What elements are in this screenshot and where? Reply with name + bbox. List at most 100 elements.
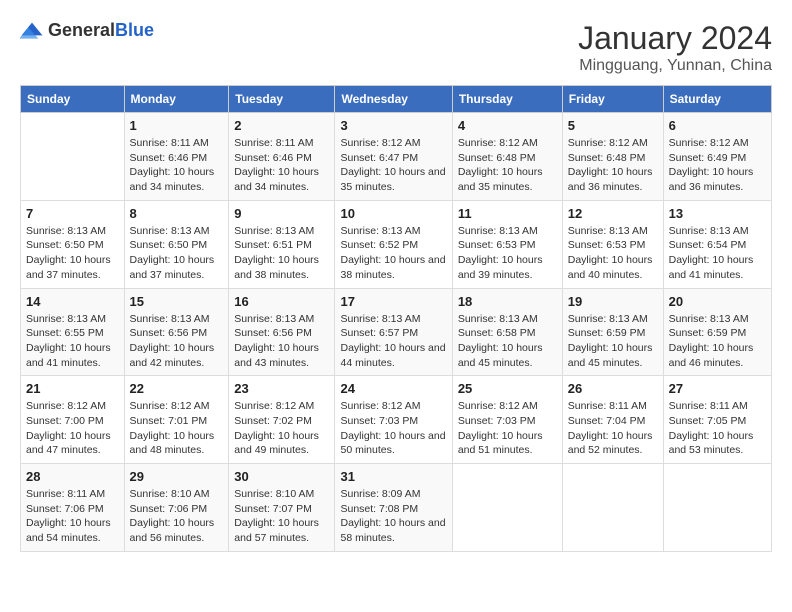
day-number: 10: [340, 206, 446, 221]
calendar-week-row: 1 Sunrise: 8:11 AMSunset: 6:46 PMDayligh…: [21, 113, 772, 201]
day-info: Sunrise: 8:12 AMSunset: 7:01 PMDaylight:…: [130, 399, 224, 458]
day-info: Sunrise: 8:12 AMSunset: 6:49 PMDaylight:…: [669, 136, 766, 195]
day-info: Sunrise: 8:12 AMSunset: 6:48 PMDaylight:…: [458, 136, 557, 195]
day-number: 16: [234, 294, 329, 309]
table-row: 10 Sunrise: 8:13 AMSunset: 6:52 PMDaylig…: [335, 200, 452, 288]
table-row: 6 Sunrise: 8:12 AMSunset: 6:49 PMDayligh…: [663, 113, 771, 201]
day-info: Sunrise: 8:13 AMSunset: 6:59 PMDaylight:…: [669, 312, 766, 371]
day-info: Sunrise: 8:12 AMSunset: 7:02 PMDaylight:…: [234, 399, 329, 458]
day-number: 1: [130, 118, 224, 133]
table-row: 31 Sunrise: 8:09 AMSunset: 7:08 PMDaylig…: [335, 464, 452, 552]
table-row: 27 Sunrise: 8:11 AMSunset: 7:05 PMDaylig…: [663, 376, 771, 464]
table-row: [452, 464, 562, 552]
subtitle: Mingguang, Yunnan, China: [578, 57, 772, 75]
day-info: Sunrise: 8:13 AMSunset: 6:59 PMDaylight:…: [568, 312, 658, 371]
col-friday: Friday: [562, 86, 663, 113]
day-number: 18: [458, 294, 557, 309]
day-info: Sunrise: 8:13 AMSunset: 6:58 PMDaylight:…: [458, 312, 557, 371]
table-row: 8 Sunrise: 8:13 AMSunset: 6:50 PMDayligh…: [124, 200, 229, 288]
calendar-week-row: 21 Sunrise: 8:12 AMSunset: 7:00 PMDaylig…: [21, 376, 772, 464]
main-title: January 2024: [578, 20, 772, 57]
table-row: 4 Sunrise: 8:12 AMSunset: 6:48 PMDayligh…: [452, 113, 562, 201]
day-number: 23: [234, 381, 329, 396]
day-number: 8: [130, 206, 224, 221]
day-info: Sunrise: 8:13 AMSunset: 6:56 PMDaylight:…: [234, 312, 329, 371]
calendar-week-row: 7 Sunrise: 8:13 AMSunset: 6:50 PMDayligh…: [21, 200, 772, 288]
table-row: [562, 464, 663, 552]
table-row: 25 Sunrise: 8:12 AMSunset: 7:03 PMDaylig…: [452, 376, 562, 464]
table-row: 29 Sunrise: 8:10 AMSunset: 7:06 PMDaylig…: [124, 464, 229, 552]
day-number: 26: [568, 381, 658, 396]
day-number: 4: [458, 118, 557, 133]
day-number: 24: [340, 381, 446, 396]
table-row: 1 Sunrise: 8:11 AMSunset: 6:46 PMDayligh…: [124, 113, 229, 201]
day-info: Sunrise: 8:12 AMSunset: 6:47 PMDaylight:…: [340, 136, 446, 195]
table-row: 9 Sunrise: 8:13 AMSunset: 6:51 PMDayligh…: [229, 200, 335, 288]
title-block: January 2024 Mingguang, Yunnan, China: [578, 20, 772, 75]
day-number: 28: [26, 469, 119, 484]
table-row: [21, 113, 125, 201]
day-info: Sunrise: 8:12 AMSunset: 7:03 PMDaylight:…: [340, 399, 446, 458]
day-info: Sunrise: 8:13 AMSunset: 6:53 PMDaylight:…: [568, 224, 658, 283]
day-info: Sunrise: 8:13 AMSunset: 6:50 PMDaylight:…: [26, 224, 119, 283]
day-number: 20: [669, 294, 766, 309]
day-info: Sunrise: 8:11 AMSunset: 6:46 PMDaylight:…: [234, 136, 329, 195]
day-info: Sunrise: 8:09 AMSunset: 7:08 PMDaylight:…: [340, 487, 446, 546]
logo-general: GeneralBlue: [48, 20, 154, 41]
day-info: Sunrise: 8:11 AMSunset: 7:04 PMDaylight:…: [568, 399, 658, 458]
day-info: Sunrise: 8:13 AMSunset: 6:50 PMDaylight:…: [130, 224, 224, 283]
table-row: 30 Sunrise: 8:10 AMSunset: 7:07 PMDaylig…: [229, 464, 335, 552]
table-row: 3 Sunrise: 8:12 AMSunset: 6:47 PMDayligh…: [335, 113, 452, 201]
day-number: 9: [234, 206, 329, 221]
table-row: 17 Sunrise: 8:13 AMSunset: 6:57 PMDaylig…: [335, 288, 452, 376]
day-number: 13: [669, 206, 766, 221]
day-info: Sunrise: 8:10 AMSunset: 7:06 PMDaylight:…: [130, 487, 224, 546]
day-number: 25: [458, 381, 557, 396]
table-row: 15 Sunrise: 8:13 AMSunset: 6:56 PMDaylig…: [124, 288, 229, 376]
col-wednesday: Wednesday: [335, 86, 452, 113]
day-number: 2: [234, 118, 329, 133]
col-tuesday: Tuesday: [229, 86, 335, 113]
calendar-week-row: 14 Sunrise: 8:13 AMSunset: 6:55 PMDaylig…: [21, 288, 772, 376]
day-info: Sunrise: 8:13 AMSunset: 6:57 PMDaylight:…: [340, 312, 446, 371]
table-row: 22 Sunrise: 8:12 AMSunset: 7:01 PMDaylig…: [124, 376, 229, 464]
table-row: 11 Sunrise: 8:13 AMSunset: 6:53 PMDaylig…: [452, 200, 562, 288]
day-number: 14: [26, 294, 119, 309]
day-info: Sunrise: 8:11 AMSunset: 6:46 PMDaylight:…: [130, 136, 224, 195]
day-info: Sunrise: 8:12 AMSunset: 7:00 PMDaylight:…: [26, 399, 119, 458]
day-number: 6: [669, 118, 766, 133]
calendar-week-row: 28 Sunrise: 8:11 AMSunset: 7:06 PMDaylig…: [21, 464, 772, 552]
day-number: 7: [26, 206, 119, 221]
day-info: Sunrise: 8:13 AMSunset: 6:55 PMDaylight:…: [26, 312, 119, 371]
day-info: Sunrise: 8:13 AMSunset: 6:56 PMDaylight:…: [130, 312, 224, 371]
day-number: 22: [130, 381, 224, 396]
day-info: Sunrise: 8:12 AMSunset: 7:03 PMDaylight:…: [458, 399, 557, 458]
table-row: 2 Sunrise: 8:11 AMSunset: 6:46 PMDayligh…: [229, 113, 335, 201]
table-row: 12 Sunrise: 8:13 AMSunset: 6:53 PMDaylig…: [562, 200, 663, 288]
table-row: 19 Sunrise: 8:13 AMSunset: 6:59 PMDaylig…: [562, 288, 663, 376]
day-number: 30: [234, 469, 329, 484]
table-row: 5 Sunrise: 8:12 AMSunset: 6:48 PMDayligh…: [562, 113, 663, 201]
table-row: 28 Sunrise: 8:11 AMSunset: 7:06 PMDaylig…: [21, 464, 125, 552]
logo-icon: [20, 21, 44, 41]
day-number: 31: [340, 469, 446, 484]
day-number: 21: [26, 381, 119, 396]
day-number: 17: [340, 294, 446, 309]
calendar-table: Sunday Monday Tuesday Wednesday Thursday…: [20, 85, 772, 552]
day-info: Sunrise: 8:12 AMSunset: 6:48 PMDaylight:…: [568, 136, 658, 195]
page-header: GeneralBlue January 2024 Mingguang, Yunn…: [20, 20, 772, 75]
day-info: Sunrise: 8:13 AMSunset: 6:52 PMDaylight:…: [340, 224, 446, 283]
col-thursday: Thursday: [452, 86, 562, 113]
table-row: 26 Sunrise: 8:11 AMSunset: 7:04 PMDaylig…: [562, 376, 663, 464]
day-info: Sunrise: 8:13 AMSunset: 6:51 PMDaylight:…: [234, 224, 329, 283]
day-number: 15: [130, 294, 224, 309]
table-row: [663, 464, 771, 552]
day-info: Sunrise: 8:13 AMSunset: 6:54 PMDaylight:…: [669, 224, 766, 283]
table-row: 7 Sunrise: 8:13 AMSunset: 6:50 PMDayligh…: [21, 200, 125, 288]
day-info: Sunrise: 8:11 AMSunset: 7:06 PMDaylight:…: [26, 487, 119, 546]
table-row: 14 Sunrise: 8:13 AMSunset: 6:55 PMDaylig…: [21, 288, 125, 376]
day-info: Sunrise: 8:13 AMSunset: 6:53 PMDaylight:…: [458, 224, 557, 283]
table-row: 20 Sunrise: 8:13 AMSunset: 6:59 PMDaylig…: [663, 288, 771, 376]
table-row: 23 Sunrise: 8:12 AMSunset: 7:02 PMDaylig…: [229, 376, 335, 464]
day-number: 29: [130, 469, 224, 484]
